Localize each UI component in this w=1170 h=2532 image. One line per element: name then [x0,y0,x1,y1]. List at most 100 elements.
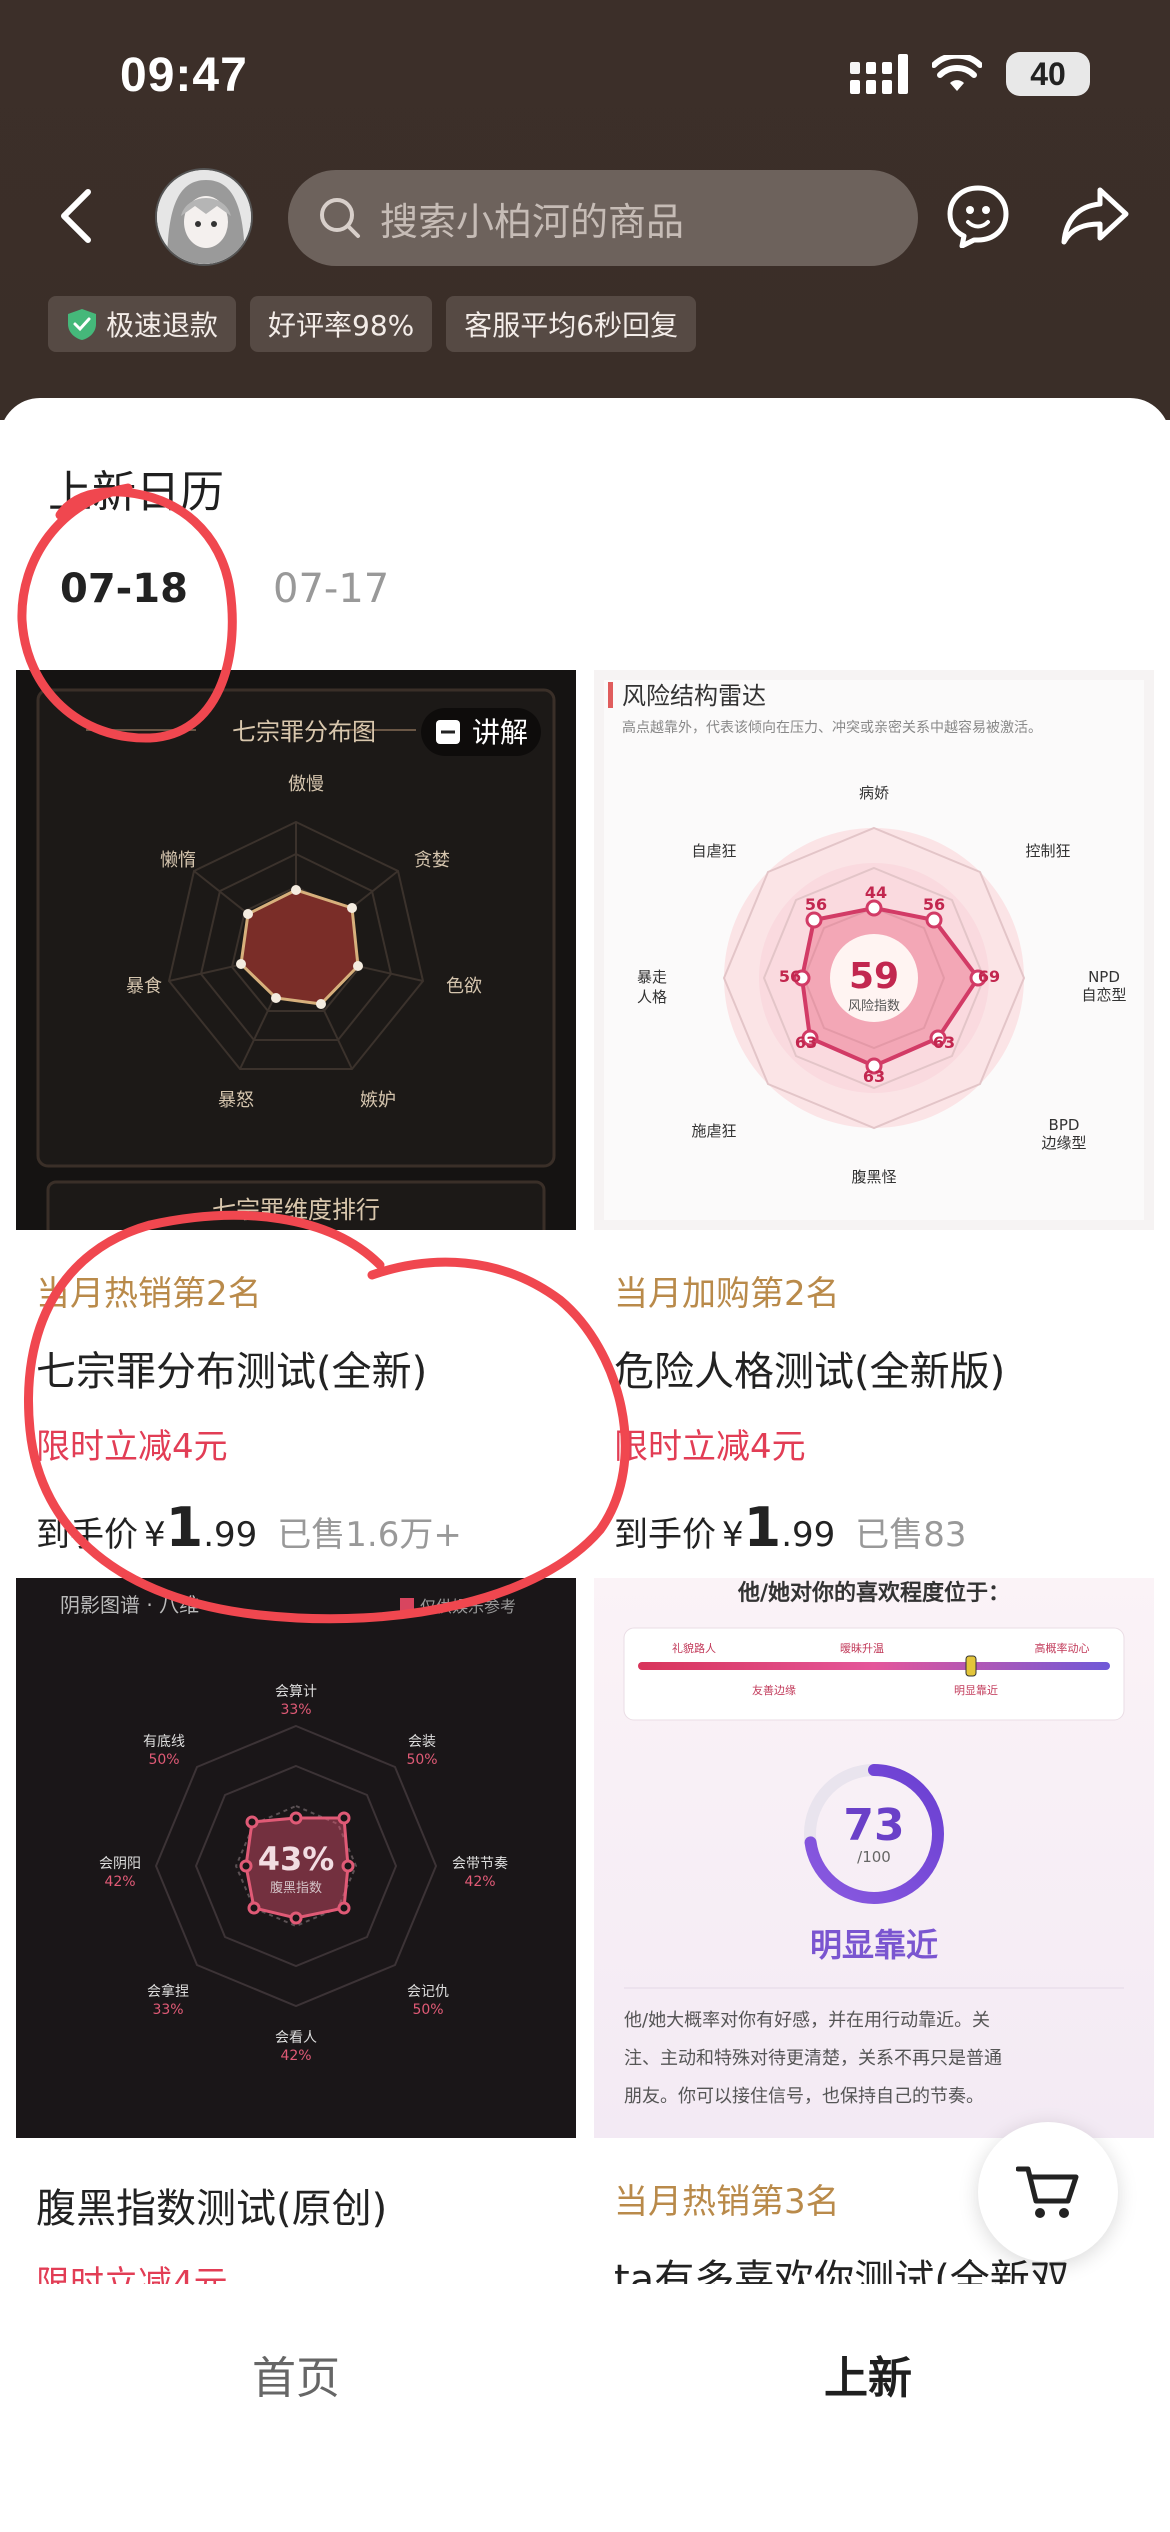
sold-count: 已售1.6万+ [277,1515,462,1555]
rank-label: 当月热销第2名 [36,1274,262,1314]
value-label: 56 [779,967,801,986]
axis-label: 贪婪 [414,850,450,871]
chart-heading: 七宗罪分布图 [232,718,376,746]
status-time: 09:47 [120,49,248,102]
customer-service-icon[interactable] [946,184,1010,248]
axis-label: 暴怒 [218,1090,254,1111]
product-title: 七宗罪分布测试(全新) [36,1349,428,1395]
signal-icon [850,54,908,94]
axis-label: 施虐狂 [691,1122,736,1140]
desc-line-3: 朋友。你可以接住信号，也保持自己的节奏。 [624,2086,984,2107]
chart-legend: 仅供娱乐参考 [420,1597,516,1616]
scale-label: 高概率动心 [1035,1641,1090,1655]
value-label: 63 [933,1033,955,1052]
product-title: 腹黑指数测试(原创) [36,2186,388,2232]
affection-total: /100 [857,1848,891,1866]
axis-label: 会带节奏 [452,1856,508,1872]
axis-label: 傲慢 [288,774,324,795]
price-label: 到手价 [36,1515,138,1555]
product-info: 当月热销第2名 七宗罪分布测试(全新) 限时立减4元 到手价 ¥ 1 .99 已… [16,1230,576,1559]
value-label: 33% [280,1702,311,1718]
chart-footer: 七宗罪维度排行 [212,1196,380,1224]
product-image: 阴影图谱 · 八维 仅供娱乐参考 43% 腹黑指数 会算计 33% 会装 50%… [16,1578,576,2138]
product-card-scheming-index[interactable]: 阴影图谱 · 八维 仅供娱乐参考 43% 腹黑指数 会算计 33% 会装 50%… [16,1578,576,2304]
wifi-icon [932,55,982,91]
search-placeholder: 搜索小柏河的商品 [380,199,685,244]
axis-label: 人格 [637,988,667,1006]
axis-label: 暴走 [637,968,667,986]
section-title: 上新日历 [48,467,224,518]
axis-label: 腹黑怪 [851,1168,896,1186]
value-label: 50% [148,1752,179,1768]
price-currency: ¥ [722,1515,744,1555]
axis-label: 控制狂 [1025,842,1070,860]
cart-icon [1016,2166,1079,2218]
date-tab-0718[interactable]: 07-18 [60,566,188,612]
price-integer: 1 [743,1496,782,1559]
product-image: 风险结构雷达 高点越靠外，代表该倾向在压力、冲突或亲密关系中越容易被激活。 59… [594,670,1154,1230]
scale-label: 明显靠近 [954,1683,998,1697]
promo-label: 限时立减4元 [36,1427,228,1467]
affection-score: 73 [843,1800,904,1851]
scale-label: 礼貌路人 [672,1641,716,1655]
nav-new[interactable]: 上新 [824,2342,912,2406]
badge-label: 客服平均6秒回复 [464,309,679,342]
scale-label: 友善边缘 [752,1683,796,1697]
bottom-navigation: 首页 上新 [0,2284,1170,2532]
value-label: 33% [152,2002,183,2018]
chart-heading: 他/她对你的喜欢程度位于： [737,1580,1010,1606]
badge-rating: 好评率98% [250,296,433,352]
share-icon[interactable] [1060,184,1130,248]
chart-heading: 风险结构雷达 [622,682,766,710]
product-card-danger-personality[interactable]: 风险结构雷达 高点越靠外，代表该倾向在压力、冲突或亲密关系中越容易被激活。 59… [594,670,1154,1570]
axis-label: 病娇 [859,784,889,802]
value-label: 63 [795,1033,817,1052]
search-input[interactable]: 搜索小柏河的商品 [288,170,918,266]
axis-label: 会看人 [275,2030,317,2046]
axis-label: 会拿捏 [147,1983,189,2000]
axis-label: 会记仇 [407,1984,449,2000]
explain-button: 讲解 [472,716,528,749]
store-badges: 极速退款 好评率98% 客服平均6秒回复 [48,296,697,352]
price-decimal: .99 [203,1515,258,1555]
value-label: 69 [978,967,1000,986]
value-label: 42% [464,1874,495,1890]
badge-response: 客服平均6秒回复 [446,296,697,352]
risk-label: 风险指数 [848,999,900,1014]
battery-indicator: 40 [1006,52,1090,96]
price-integer: 1 [165,1496,204,1559]
risk-score: 59 [849,956,899,997]
store-avatar[interactable] [155,168,253,266]
chart-subheading: 高点越靠外，代表该倾向在压力、冲突或亲密关系中越容易被激活。 [622,719,1042,736]
product-image: 他/她对你的喜欢程度位于： 礼貌路人 暧昧升温 高概率动心 友善边缘 明显靠近 … [594,1578,1154,2138]
value-label: 50% [406,1752,437,1768]
back-icon[interactable] [52,186,102,246]
scale-label: 暧昧升温 [840,1641,884,1655]
product-image: 七宗罪分布图 讲解 傲慢 贪婪 色欲 嫉妒 暴怒 暴食 懒惰 七宗罪维度排行 [16,670,576,1230]
value-label: 63 [863,1067,885,1086]
price-label: 到手价 [614,1515,716,1555]
scheming-score: 43% [258,1840,335,1878]
product-title: 危险人格测试(全新版) [614,1349,1006,1395]
axis-label: 边缘型 [1041,1134,1086,1152]
product-card-seven-sins[interactable]: 七宗罪分布图 讲解 傲慢 贪婪 色欲 嫉妒 暴怒 暴食 懒惰 七宗罪维度排行 当… [16,670,576,1570]
value-label: 56 [923,895,945,914]
cart-button[interactable] [978,2122,1118,2262]
store-header: 09:47 40 搜索小柏河的商品 极速退款 好评率98% 客服平均6秒回复 [0,0,1170,420]
nav-home[interactable]: 首页 [252,2342,340,2406]
affection-verdict: 明显靠近 [810,1926,938,1964]
rank-label: 当月加购第2名 [614,1274,840,1314]
sold-count: 已售83 [855,1515,967,1555]
axis-label: BPD [1049,1116,1080,1134]
product-info: 腹黑指数测试(原创) 限时立减4元 [16,2138,576,2305]
status-icons: 40 [850,52,1090,96]
axis-label: 色欲 [446,976,482,997]
price-line: 到手价 ¥ 1 .99 已售83 [614,1496,1134,1559]
axis-label: 嫉妒 [360,1090,396,1111]
value-label: 44 [865,883,887,902]
price-decimal: .99 [781,1515,836,1555]
desc-line-2: 注、主动和特殊对待更清楚，关系不再只是普通 [624,2048,1002,2069]
axis-label: 会装 [408,1734,436,1750]
shield-check-icon [68,309,96,340]
date-tab-0717[interactable]: 07-17 [273,566,389,612]
